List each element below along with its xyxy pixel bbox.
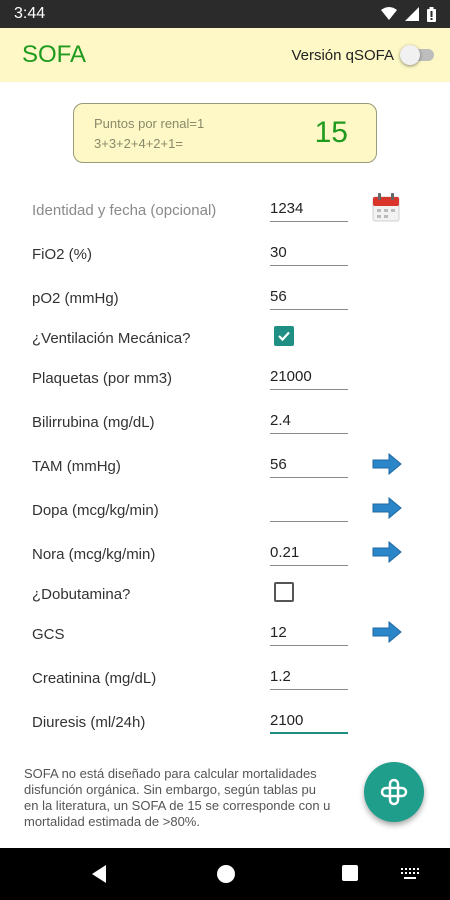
calendar-icon[interactable] <box>372 192 400 222</box>
row-gcs: GCS 12 <box>0 614 450 658</box>
app-bar: SOFA Versión qSOFA <box>0 28 450 82</box>
ventilation-label: ¿Ventilación Mecánica? <box>32 330 191 347</box>
row-identity: Identidad y fecha (opcional) 1234 <box>0 190 450 234</box>
row-dobutamine: ¿Dobutamina? <box>0 574 450 618</box>
status-bar: 3:44 <box>0 0 450 28</box>
row-dopa: Dopa (mcg/kg/min) <box>0 490 450 534</box>
ventilation-checkbox[interactable] <box>274 326 294 346</box>
score-renal-points: Puntos por renal=1 <box>94 116 205 131</box>
bilirubin-label: Bilirrubina (mg/dL) <box>32 414 155 431</box>
nora-label: Nora (mcg/kg/min) <box>32 546 156 563</box>
dopa-input[interactable] <box>270 494 348 522</box>
tam-input[interactable]: 56 <box>270 450 348 478</box>
check-icon <box>278 331 290 342</box>
fio2-label: FiO2 (%) <box>32 246 92 263</box>
row-tam: TAM (mmHg) 56 <box>0 446 450 490</box>
po2-input[interactable]: 56 <box>270 282 348 310</box>
home-icon[interactable] <box>216 864 236 884</box>
score-sum-formula: 3+3+2+4+2+1= <box>94 136 183 151</box>
qsofa-toggle-group: Versión qSOFA <box>291 45 434 65</box>
mortality-note-line: disfunción orgánica. Sin embargo, según … <box>24 782 316 797</box>
arrow-right-icon[interactable] <box>372 540 402 564</box>
mortality-note: SOFA no está diseñado para calcular mort… <box>24 766 414 830</box>
dobutamine-checkbox[interactable] <box>274 582 294 602</box>
app-title: SOFA <box>22 41 87 68</box>
keyboard-icon[interactable] <box>400 867 420 881</box>
add-button[interactable] <box>364 762 424 822</box>
identity-label: Identidad y fecha (opcional) <box>32 202 217 219</box>
dobutamine-label: ¿Dobutamina? <box>32 586 131 603</box>
po2-label: pO2 (mmHg) <box>32 290 119 307</box>
row-po2: pO2 (mmHg) 56 <box>0 278 450 322</box>
navigation-bar <box>0 848 450 900</box>
plus-icon <box>380 778 408 806</box>
diuresis-label: Diuresis (ml/24h) <box>32 714 146 731</box>
platelets-label: Plaquetas (por mm3) <box>32 370 173 387</box>
wifi-icon <box>381 7 397 20</box>
bilirubin-input[interactable]: 2.4 <box>270 406 348 434</box>
row-creatinine: Creatinina (mg/dL) 1.2 <box>0 658 450 702</box>
gcs-label: GCS <box>32 626 65 643</box>
creatinine-label: Creatinina (mg/dL) <box>32 670 157 687</box>
back-icon[interactable] <box>90 864 108 884</box>
gcs-input[interactable]: 12 <box>270 618 348 646</box>
battery-icon <box>427 6 436 22</box>
mortality-note-line: SOFA no está diseñado para calcular mort… <box>24 766 317 781</box>
score-total: 15 <box>314 116 348 149</box>
arrow-right-icon[interactable] <box>372 496 402 520</box>
score-summary: Puntos por renal=1 3+3+2+4+2+1= 15 <box>73 103 377 163</box>
row-nora: Nora (mcg/kg/min) 0.21 <box>0 534 450 578</box>
status-icons <box>381 6 436 22</box>
qsofa-switch-thumb <box>400 45 420 65</box>
row-fio2: FiO2 (%) 30 <box>0 234 450 278</box>
tam-label: TAM (mmHg) <box>32 458 121 475</box>
recents-icon[interactable] <box>341 864 359 882</box>
arrow-right-icon[interactable] <box>372 452 402 476</box>
row-diuresis: Diuresis (ml/24h) 2100 <box>0 702 450 746</box>
row-ventilation: ¿Ventilación Mecánica? <box>0 318 450 362</box>
platelets-input[interactable]: 21000 <box>270 362 348 390</box>
qsofa-switch[interactable] <box>400 45 434 65</box>
nora-input[interactable]: 0.21 <box>270 538 348 566</box>
identity-input[interactable]: 1234 <box>270 194 348 222</box>
fio2-input[interactable]: 30 <box>270 238 348 266</box>
qsofa-label: Versión qSOFA <box>291 46 394 64</box>
arrow-right-icon[interactable] <box>372 620 402 644</box>
status-time: 3:44 <box>14 5 46 22</box>
dopa-label: Dopa (mcg/kg/min) <box>32 502 159 519</box>
creatinine-input[interactable]: 1.2 <box>270 662 348 690</box>
signal-icon <box>405 7 419 21</box>
diuresis-input[interactable]: 2100 <box>270 706 348 734</box>
mortality-note-line: en la literatura, un SOFA de 15 se corre… <box>24 798 331 813</box>
row-platelets: Plaquetas (por mm3) 21000 <box>0 358 450 402</box>
mortality-note-line: mortalidad estimada de >80%. <box>24 814 200 829</box>
row-bilirubin: Bilirrubina (mg/dL) 2.4 <box>0 402 450 446</box>
